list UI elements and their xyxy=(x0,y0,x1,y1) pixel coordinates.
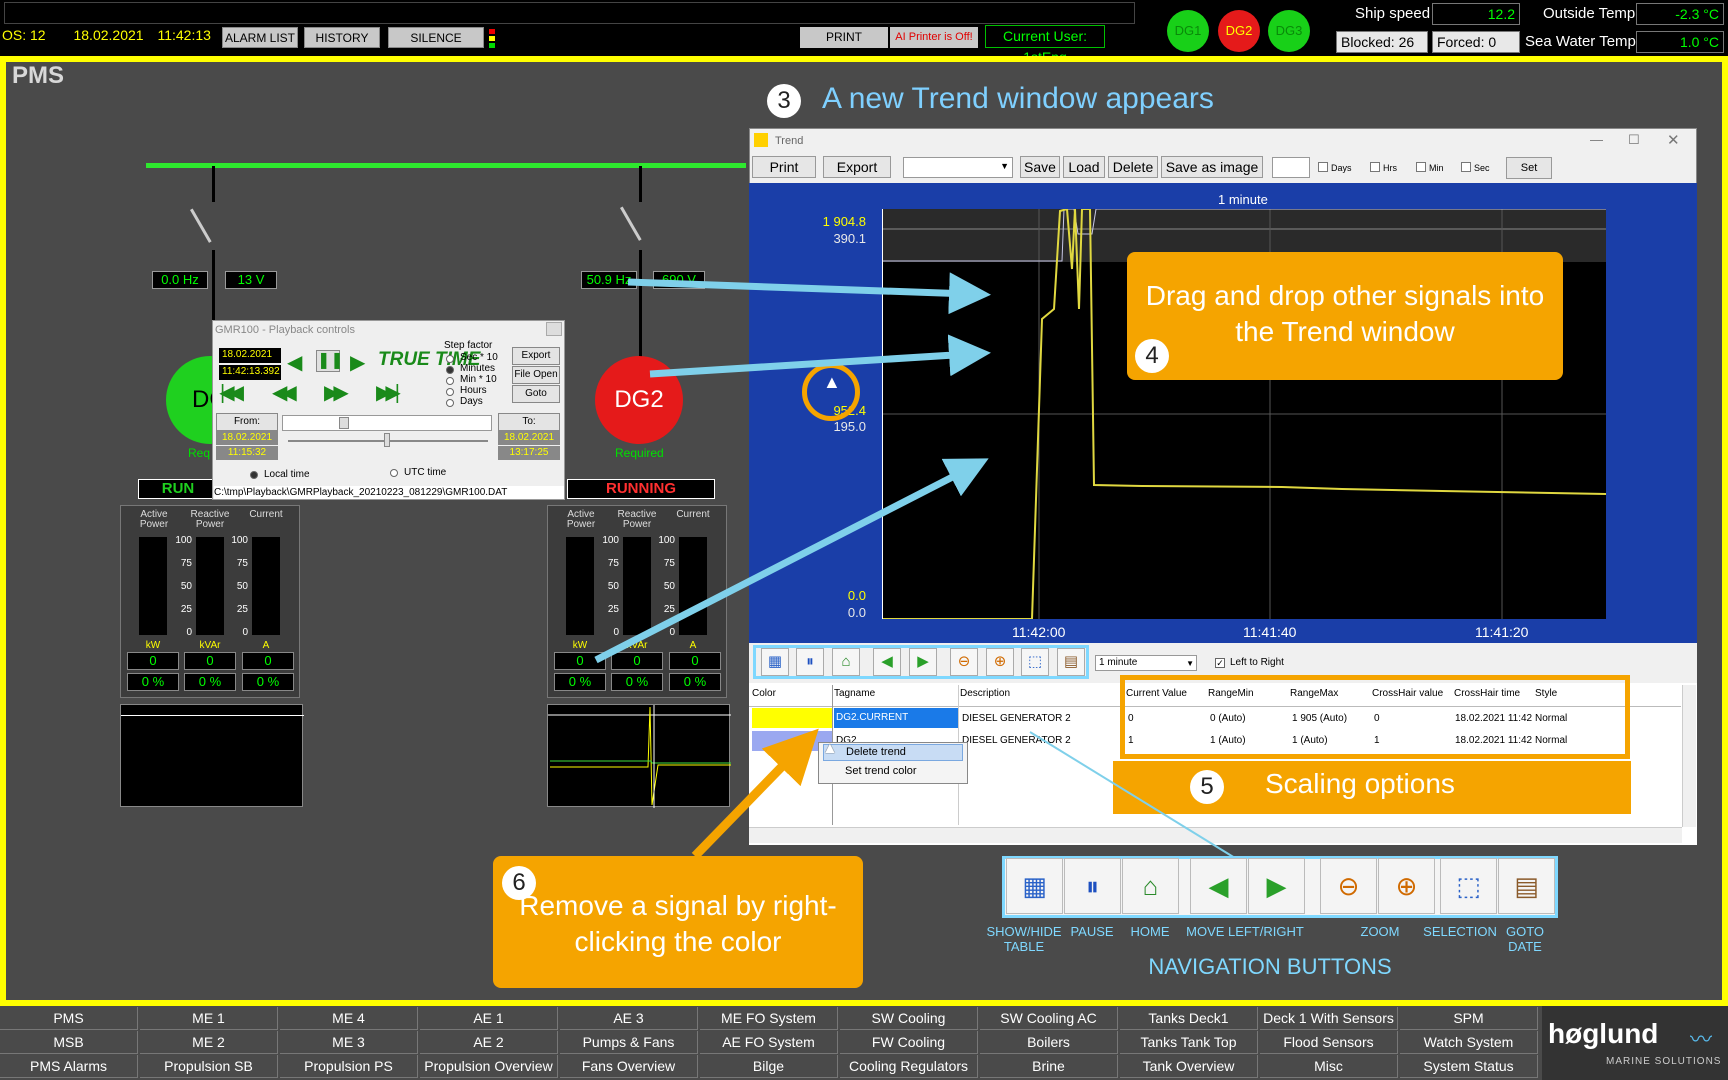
menu-item-brine[interactable]: Brine xyxy=(980,1055,1118,1078)
pause-icon: ⏸ xyxy=(1064,858,1121,914)
menu-item-propulsion-ps[interactable]: Propulsion PS xyxy=(280,1055,418,1078)
brand-logo: høglund xyxy=(1548,1018,1659,1049)
nav-label-goto-date: GOTO DATE xyxy=(1505,924,1545,954)
menu-item-propulsion-overview[interactable]: Propulsion Overview xyxy=(420,1055,558,1078)
menu-item-tank-overview[interactable]: Tank Overview xyxy=(1120,1055,1258,1078)
nav-label-move: MOVE LEFT/RIGHT xyxy=(1186,924,1304,939)
menu-item-pumps-fans[interactable]: Pumps & Fans xyxy=(560,1031,698,1054)
menu-item-msb[interactable]: MSB xyxy=(0,1031,138,1054)
goto-date-icon: ▤ xyxy=(1498,858,1555,914)
menu-item-tanks-tank-top[interactable]: Tanks Tank Top xyxy=(1120,1031,1258,1054)
menu-item-flood-sensors[interactable]: Flood Sensors xyxy=(1260,1031,1398,1054)
zoom-out-icon: ⊖ xyxy=(1320,858,1377,914)
menu-item-cooling-regulators[interactable]: Cooling Regulators xyxy=(840,1055,978,1078)
nav-label-zoom: ZOOM xyxy=(1360,924,1400,939)
menu-item-fans-overview[interactable]: Fans Overview xyxy=(560,1055,698,1078)
menu-item-tanks-deck1[interactable]: Tanks Deck1 xyxy=(1120,1007,1258,1030)
menu-item-fw-cooling[interactable]: FW Cooling xyxy=(840,1031,978,1054)
menu-item-system-status[interactable]: System Status xyxy=(1400,1055,1538,1078)
menu-item-me-2[interactable]: ME 2 xyxy=(140,1031,278,1054)
menu-item-sw-cooling-ac[interactable]: SW Cooling AC xyxy=(980,1007,1118,1030)
nav-label-home: HOME xyxy=(1130,924,1170,939)
menu-item-me-4[interactable]: ME 4 xyxy=(280,1007,418,1030)
menu-item-ae-1[interactable]: AE 1 xyxy=(420,1007,558,1030)
menu-item-me-3[interactable]: ME 3 xyxy=(280,1031,418,1054)
menu-item-ae-2[interactable]: AE 2 xyxy=(420,1031,558,1054)
move-right-icon: ▶ xyxy=(1248,858,1305,914)
wave-icon: 〰 xyxy=(1690,1027,1713,1052)
nav-legend-title: NAVIGATION BUTTONS xyxy=(1148,954,1392,979)
zoom-in-icon: ⊕ xyxy=(1378,858,1435,914)
menu-item-deck-1-with-sensors[interactable]: Deck 1 With Sensors xyxy=(1260,1007,1398,1030)
selection-icon: ⬚ xyxy=(1440,858,1497,914)
nav-label-selection: SELECTION xyxy=(1423,924,1497,939)
menu-item-ae-fo-system[interactable]: AE FO System xyxy=(700,1031,838,1054)
menu-item-me-1[interactable]: ME 1 xyxy=(140,1007,278,1030)
menu-item-ae-3[interactable]: AE 3 xyxy=(560,1007,698,1030)
nav-label-show-hide: SHOW/HIDE TABLE xyxy=(986,924,1062,954)
menu-item-sw-cooling[interactable]: SW Cooling xyxy=(840,1007,978,1030)
step6-text: Remove a signal by right-clicking the co… xyxy=(519,890,837,957)
home-icon: ⌂ xyxy=(1122,858,1179,914)
step4-number: 4 xyxy=(1135,339,1169,373)
nav-label-pause: PAUSE xyxy=(1070,924,1114,939)
table-toggle-icon: ▦ xyxy=(1006,858,1063,914)
menu-item-me-fo-system[interactable]: ME FO System xyxy=(700,1007,838,1030)
menu-item-pms-alarms[interactable]: PMS Alarms xyxy=(0,1055,138,1078)
menu-item-bilge[interactable]: Bilge xyxy=(700,1055,838,1078)
menu-item-misc[interactable]: Misc xyxy=(1260,1055,1398,1078)
move-left-icon: ◀ xyxy=(1190,858,1247,914)
menu-item-pms[interactable]: PMS xyxy=(0,1007,138,1030)
step4-text: Drag and drop other signals into the Tre… xyxy=(1145,280,1545,347)
annotation-arrows xyxy=(594,272,1236,860)
menu-item-boilers[interactable]: Boilers xyxy=(980,1031,1118,1054)
brand-subtitle: MARINE SOLUTIONS xyxy=(1606,1056,1722,1067)
menu-grid: PMS ME 1 ME 4 AE 1 AE 3 ME FO System SW Coolin… xyxy=(0,1006,1540,1080)
menu-item-propulsion-sb[interactable]: Propulsion SB xyxy=(140,1055,278,1078)
menu-item-spm[interactable]: SPM xyxy=(1400,1007,1538,1030)
menu-item-watch-system[interactable]: Watch System xyxy=(1400,1031,1538,1054)
